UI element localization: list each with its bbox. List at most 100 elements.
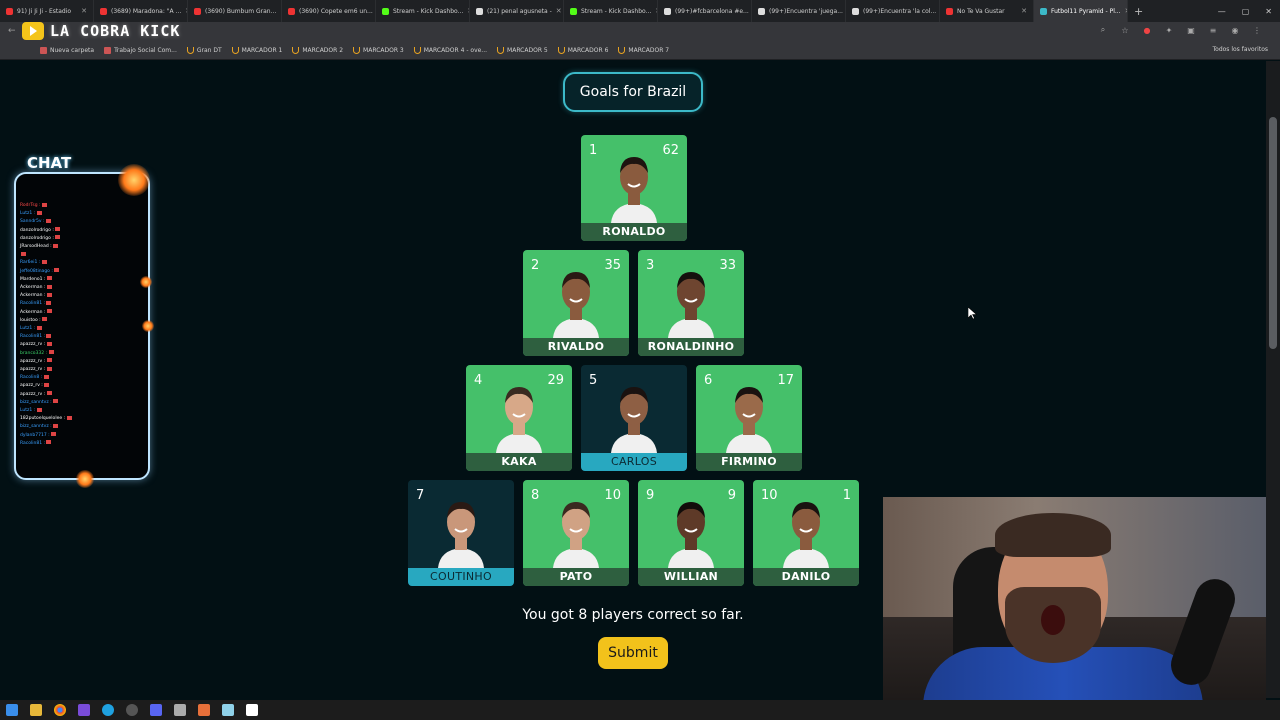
chat-message: Sanndr5v : <box>20 218 72 226</box>
chat-emote-icon <box>46 309 52 314</box>
chat-message: dylanb7717 : <box>20 432 72 440</box>
browser-tab[interactable]: (21) penal agusneta - ✕ <box>470 0 564 22</box>
tab-favicon-icon <box>382 7 389 15</box>
star-icon[interactable]: ☆ <box>1120 25 1130 35</box>
chat-message: Lutz1 : <box>20 325 72 333</box>
chat-box: RodrTsg : Lutz1 : Sanndr5v : danzolrodri… <box>14 172 150 480</box>
bookmark-icon <box>40 47 47 54</box>
bookmark-item[interactable]: Nueva carpeta <box>40 47 94 54</box>
tab-close-icon[interactable]: ✕ <box>556 7 562 15</box>
discord-icon[interactable] <box>150 704 162 716</box>
player-name: WILLIAN <box>638 568 744 586</box>
tab-close-icon[interactable]: ✕ <box>81 7 87 15</box>
browser-tab[interactable]: (3690) Bumbum Gran...✕ <box>188 0 282 22</box>
bookmark-item[interactable]: Gran DT <box>186 47 222 54</box>
player-card[interactable]: 3 33 RONALDINHO <box>638 250 744 356</box>
player-card[interactable]: 9 9 WILLIAN <box>638 480 744 586</box>
bookmark-item[interactable]: MARCADOR 1 <box>231 47 282 54</box>
bookmark-item[interactable]: MARCADOR 7 <box>618 47 669 54</box>
bookmark-item[interactable]: MARCADOR 5 <box>497 47 548 54</box>
media-icon[interactable]: ≡ <box>1208 25 1218 35</box>
chat-message: apazzz_rv : <box>20 341 72 349</box>
chat-username: Rar6ei1 : <box>20 260 41 266</box>
address-bar[interactable] <box>0 22 1280 42</box>
puzzle-icon[interactable]: ✦ <box>1164 25 1174 35</box>
browser-tab[interactable]: 91) Ji Ji Ji - Estadio ✕ <box>0 0 94 22</box>
browser-tab[interactable]: (99+)Encuentra 'juega...✕ <box>752 0 846 22</box>
bookmark-label: MARCADOR 5 <box>507 47 548 54</box>
folder-icon[interactable] <box>30 704 42 716</box>
tab-label: (21) penal agusneta - <box>487 7 552 15</box>
submit-button[interactable]: Submit <box>598 637 668 669</box>
chat-emote-icon <box>46 366 52 371</box>
chat-message: Racolin81 : <box>20 300 72 308</box>
extension-icon[interactable]: ● <box>1142 25 1152 35</box>
browser-tab[interactable]: Futbol11 Pyramid - Pl...✕ <box>1034 0 1128 22</box>
player-card[interactable]: 6 17 FIRMINO <box>696 365 802 471</box>
browser-tab[interactable]: (99+)Encuentra 'la col...✕ <box>846 0 940 22</box>
player-goals: 62 <box>662 143 679 158</box>
bookmark-item[interactable]: MARCADOR 6 <box>557 47 608 54</box>
bookmark-icon <box>186 47 194 54</box>
profile-icon[interactable]: ◉ <box>1230 25 1240 35</box>
goals-heading-button[interactable]: Goals for Brazil <box>563 72 703 112</box>
browser-tab[interactable]: (3690) Copete em6 un...✕ <box>282 0 376 22</box>
player-photo-icon <box>611 387 657 453</box>
player-card[interactable]: 5 CARLOS <box>581 365 687 471</box>
tab-close-icon[interactable]: ✕ <box>1021 7 1027 15</box>
maximize-icon[interactable]: ▢ <box>1242 7 1250 16</box>
tab-favicon-icon <box>570 7 577 15</box>
chat-message: Rar6ei1 : <box>20 259 72 267</box>
windows-start-icon[interactable] <box>6 704 18 716</box>
menu-icon[interactable]: ⋮ <box>1252 25 1262 35</box>
player-card[interactable]: 7 COUTINHO <box>408 480 514 586</box>
app-icon[interactable] <box>198 704 210 716</box>
close-icon[interactable]: ✕ <box>1265 7 1272 16</box>
chat-username: branco332 : <box>20 350 48 356</box>
chat-emote-icon <box>53 399 59 404</box>
app-icon[interactable] <box>246 704 258 716</box>
chat-message: branco332 : <box>20 350 72 358</box>
app-icon[interactable] <box>222 704 234 716</box>
bookmark-item[interactable]: MARCADOR 3 <box>353 47 404 54</box>
player-card[interactable]: 10 1 DANILO <box>753 480 859 586</box>
all-bookmarks[interactable]: Todos los favoritos <box>1213 46 1269 53</box>
app-icon[interactable] <box>78 704 90 716</box>
bookmark-icon <box>618 47 626 54</box>
bookmark-label: Nueva carpeta <box>50 47 95 54</box>
player-photo-icon <box>726 387 772 453</box>
browser-tab[interactable]: (3689) Maradona: "A ...✕ <box>94 0 188 22</box>
browser-tab[interactable]: Stream - Kick Dashbo...✕ <box>564 0 658 22</box>
new-tab-icon[interactable]: + <box>1128 5 1149 18</box>
browser-tab[interactable]: Stream - Kick Dashbo...✕ <box>376 0 470 22</box>
chat-username: Ackerman : <box>20 293 46 299</box>
player-card[interactable]: 8 10 PATO <box>523 480 629 586</box>
player-card[interactable]: 4 29 KAKA <box>466 365 572 471</box>
scrollbar-thumb[interactable] <box>1269 117 1277 349</box>
chat-emote-icon <box>48 350 54 355</box>
bookmark-item[interactable]: MARCADOR 4 - ove... <box>413 47 487 54</box>
chrome-icon[interactable] <box>54 704 66 716</box>
sync-icon[interactable]: ▣ <box>1186 25 1196 35</box>
stream-logo: LA COBRA KICK <box>22 22 180 40</box>
player-card[interactable]: 2 35 RIVALDO <box>523 250 629 356</box>
chat-message: Ackerman : <box>20 292 72 300</box>
bookmark-label: MARCADOR 7 <box>628 47 670 54</box>
bookmark-item[interactable]: Trabajo Social Com... <box>104 47 177 54</box>
player-card[interactable]: 1 62 RONALDO <box>581 135 687 241</box>
back-icon[interactable]: ← <box>8 26 16 36</box>
minimize-icon[interactable]: — <box>1218 7 1226 16</box>
bookmark-icon <box>557 47 565 54</box>
browser-tab[interactable]: (99+)#fcbarcelona #e...✕ <box>658 0 752 22</box>
player-goals: 29 <box>547 373 564 388</box>
app-icon[interactable] <box>126 704 138 716</box>
chat-message: 182putoelquelolee : <box>20 415 72 423</box>
zoom-icon[interactable]: ⌕ <box>1098 25 1108 35</box>
page-scrollbar[interactable] <box>1266 61 1280 698</box>
app-icon[interactable] <box>174 704 186 716</box>
bookmark-item[interactable]: MARCADOR 2 <box>292 47 343 54</box>
chat-message: Mardeno1 : <box>20 276 72 284</box>
edge-icon[interactable] <box>102 704 114 716</box>
browser-tab[interactable]: No Te Va Gustar ✕ <box>940 0 1034 22</box>
bookmark-icon <box>231 47 239 54</box>
